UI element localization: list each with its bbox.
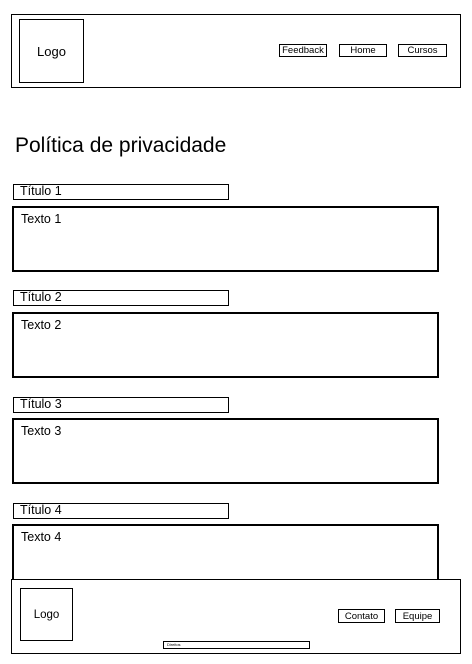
section-title-3: Título 3 xyxy=(13,397,229,413)
footer-logo[interactable]: Logo xyxy=(20,588,73,641)
nav-cursos-button[interactable]: Cursos xyxy=(398,44,447,57)
section-text-1: Texto 1 xyxy=(12,206,439,272)
nav-equipe-button[interactable]: Equipe xyxy=(395,609,440,623)
section-text-2: Texto 2 xyxy=(12,312,439,378)
footer: Logo Contato Equipe Direitos xyxy=(11,579,461,654)
header: Logo Feedback Home Cursos xyxy=(11,14,461,88)
section-text-3: Texto 3 xyxy=(12,418,439,484)
nav-home-button[interactable]: Home xyxy=(339,44,387,57)
rights-text: Direitos xyxy=(163,641,310,649)
nav-contato-button[interactable]: Contato xyxy=(338,609,385,623)
nav-feedback-button[interactable]: Feedback xyxy=(279,44,327,57)
header-logo[interactable]: Logo xyxy=(19,19,84,83)
section-title-4: Título 4 xyxy=(13,503,229,519)
section-title-1: Título 1 xyxy=(13,184,229,200)
page-title: Política de privacidade xyxy=(15,134,227,157)
section-title-2: Título 2 xyxy=(13,290,229,306)
